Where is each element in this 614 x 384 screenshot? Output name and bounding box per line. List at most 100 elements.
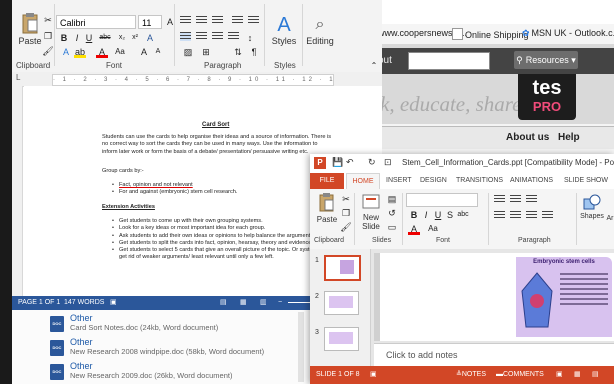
new-slide-button[interactable]: New Slide <box>358 193 384 231</box>
font-size-box[interactable]: 11 <box>138 15 162 29</box>
copy-icon[interactable]: ❐ <box>340 207 352 219</box>
italic-icon[interactable]: I <box>71 32 83 44</box>
change-case-icon[interactable]: Aa <box>112 46 128 58</box>
underline-icon[interactable]: U <box>432 209 444 221</box>
read-mode-icon[interactable]: ▤ <box>220 296 227 310</box>
arrange-label[interactable]: Ar <box>604 215 614 222</box>
pilcrow-icon[interactable]: ¶ <box>248 46 260 58</box>
save-icon[interactable]: 💾 <box>332 157 343 168</box>
slide-thumbnail[interactable] <box>324 291 359 315</box>
word-count[interactable]: 147 WORDS <box>64 296 104 310</box>
notes-toggle[interactable]: ≜ NOTES <box>456 366 486 384</box>
sorter-view-icon[interactable]: ▦ <box>574 366 581 384</box>
change-case-icon[interactable]: Aa <box>426 223 440 235</box>
align-left-icon[interactable] <box>180 32 191 41</box>
format-painter-icon[interactable]: 🖌 <box>42 45 54 57</box>
tab-design[interactable]: DESIGN <box>420 177 447 184</box>
bold-icon[interactable]: B <box>58 32 70 44</box>
bookmark-msn[interactable]: ✿ MSN UK - Outlook.c... <box>522 28 614 39</box>
underline-icon[interactable]: U <box>83 32 95 44</box>
subscript-icon[interactable]: x₂ <box>116 32 128 44</box>
bookmark-online-shipping[interactable]: Online Shipping <box>452 28 529 40</box>
scrollbar[interactable] <box>298 312 304 382</box>
page-count[interactable]: PAGE 1 OF 1 <box>18 296 60 310</box>
superscript-icon[interactable]: x² <box>129 32 141 44</box>
copy-icon[interactable]: ❐ <box>42 30 54 42</box>
highlight-icon[interactable]: ab <box>74 46 86 58</box>
justify-icon[interactable] <box>228 32 239 41</box>
undo-icon[interactable]: ↶ <box>346 157 354 168</box>
web-layout-icon[interactable]: ▥ <box>260 296 267 310</box>
shrink-font-icon[interactable]: A <box>152 46 164 58</box>
decrease-indent-icon[interactable] <box>232 16 243 25</box>
align-right-icon[interactable] <box>526 211 537 220</box>
grow-font-2-icon[interactable]: A <box>138 46 150 58</box>
shapes-button[interactable]: Shapes <box>578 193 606 220</box>
align-right-icon[interactable] <box>212 32 223 41</box>
tes-search-input[interactable] <box>408 52 490 70</box>
indent-icon[interactable] <box>526 195 537 204</box>
notes-pane[interactable]: Click to add notes <box>374 343 614 366</box>
normal-view-icon[interactable]: ▣ <box>556 366 563 384</box>
slide-thumbnail[interactable] <box>324 255 361 281</box>
slide-thumbnail[interactable] <box>324 327 359 351</box>
list-item[interactable]: Other New Research 2009.doc (26kb, Word … <box>70 361 232 380</box>
proofing-icon[interactable]: ▣ <box>110 296 117 310</box>
ppt-font-box[interactable] <box>406 193 478 207</box>
comments-toggle[interactable]: ▬ COMMENTS <box>496 366 544 384</box>
text-effects-icon[interactable]: A <box>60 46 72 58</box>
line-spacing-icon[interactable]: ↕ <box>244 32 256 44</box>
spellcheck-icon[interactable]: ▣ <box>370 366 377 384</box>
shading-icon[interactable]: ▨ <box>182 46 194 58</box>
current-slide[interactable]: Embryonic stem cells <box>380 253 614 341</box>
sort-icon[interactable]: ⇅ <box>232 46 244 58</box>
reset-icon[interactable]: ↺ <box>386 207 398 219</box>
align-center-icon[interactable] <box>196 32 207 41</box>
tab-selector-icon[interactable]: L <box>16 73 20 82</box>
bold-icon[interactable]: B <box>408 209 420 221</box>
resources-button[interactable]: ⚲ Resources ▾ <box>514 51 578 69</box>
collapse-ribbon-icon[interactable]: ⌃ <box>368 60 380 72</box>
section-icon[interactable]: ▭ <box>386 221 398 233</box>
italic-icon[interactable]: I <box>420 209 432 221</box>
slideshow-start-icon[interactable]: ⊡ <box>384 157 392 168</box>
strikethrough-icon[interactable]: abc <box>456 209 470 221</box>
font-color-icon[interactable]: A <box>96 46 108 58</box>
tab-file[interactable]: FILE <box>310 173 344 189</box>
ppt-paste-button[interactable]: Paste <box>314 193 340 224</box>
list-item[interactable]: Other New Research 2008 windpipe.doc (58… <box>70 337 264 356</box>
list-item[interactable]: Other Card Sort Notes.doc (24kb, Word do… <box>70 313 218 332</box>
multilevel-icon[interactable] <box>212 16 223 25</box>
font-name-box[interactable]: Calibri <box>56 15 136 29</box>
numbering-icon[interactable] <box>196 16 207 25</box>
tab-animations[interactable]: ANIMATIONS <box>510 177 553 184</box>
justify-icon[interactable] <box>542 211 553 220</box>
numbering-icon[interactable] <box>510 195 521 204</box>
clear-format-icon[interactable]: A <box>144 32 156 44</box>
tab-insert[interactable]: INSERT <box>386 177 412 184</box>
font-color-icon[interactable]: A <box>408 223 420 235</box>
tes-logo[interactable]: tes PRO <box>518 74 576 120</box>
tab-transitions[interactable]: TRANSITIONS <box>456 177 503 184</box>
cut-icon[interactable]: ✂ <box>42 14 54 26</box>
editing-button[interactable]: ⌕ Editing <box>305 14 335 46</box>
nav-about-us[interactable]: About us <box>506 132 549 143</box>
tab-slide-show[interactable]: SLIDE SHOW <box>564 177 608 184</box>
cut-icon[interactable]: ✂ <box>340 193 352 205</box>
strikethrough-icon[interactable]: abc <box>96 32 114 44</box>
align-left-icon[interactable] <box>494 211 505 220</box>
print-layout-icon[interactable]: ▦ <box>240 296 247 310</box>
borders-icon[interactable]: ⊞ <box>200 46 212 58</box>
shadow-icon[interactable]: S <box>444 209 456 221</box>
bullets-icon[interactable] <box>180 16 191 25</box>
redo-icon[interactable]: ↻ <box>368 157 376 168</box>
format-painter-icon[interactable]: 🖌 <box>340 221 352 233</box>
layout-icon[interactable]: ▤ <box>386 193 398 205</box>
reading-view-icon[interactable]: ▤ <box>592 366 599 384</box>
nav-help[interactable]: Help <box>558 132 580 143</box>
paste-button[interactable]: Paste <box>18 12 42 46</box>
increase-indent-icon[interactable] <box>248 16 259 25</box>
tab-home[interactable]: HOME <box>346 173 380 189</box>
align-center-icon[interactable] <box>510 211 521 220</box>
styles-button[interactable]: A Styles <box>270 14 298 46</box>
